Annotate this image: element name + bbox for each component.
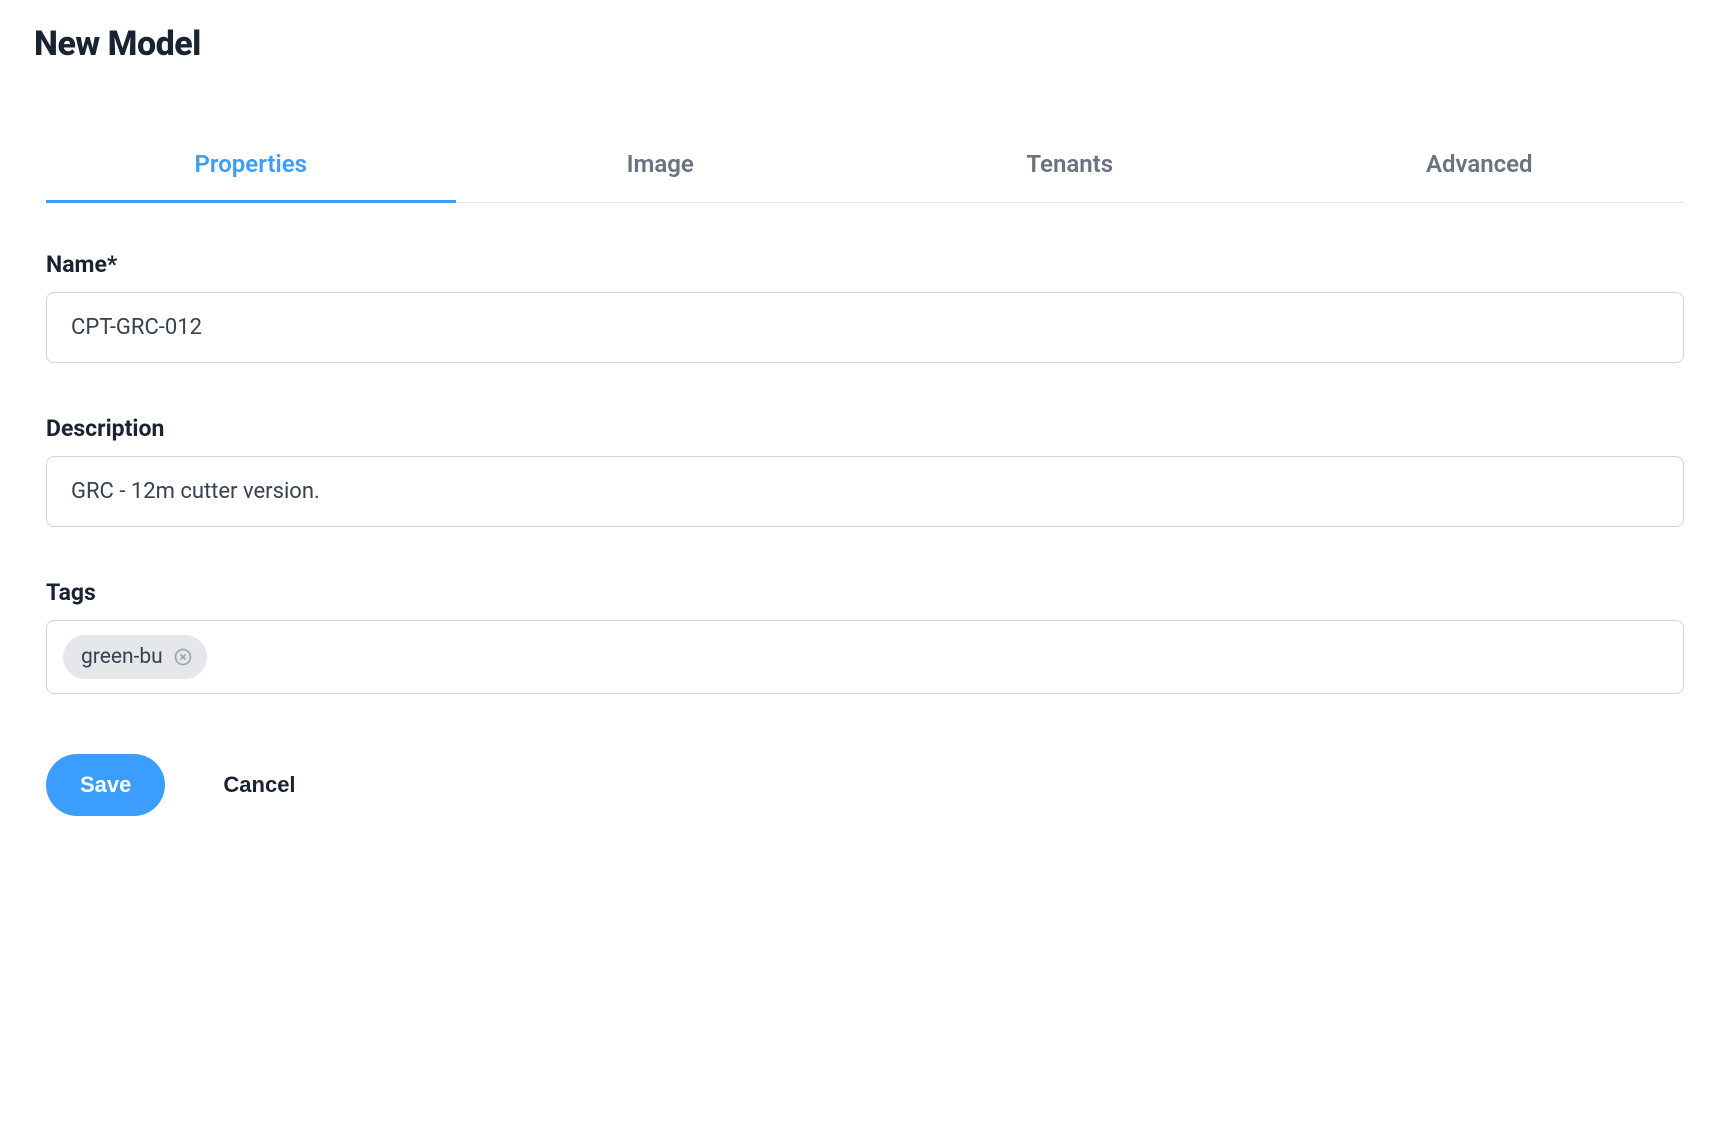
field-description: Description	[46, 415, 1684, 527]
description-input[interactable]	[46, 456, 1684, 527]
tabs-bar: Properties Image Tenants Advanced	[46, 134, 1684, 203]
name-label: Name*	[46, 251, 1684, 278]
form-section: Name* Description Tags green-bu	[46, 251, 1684, 694]
tag-chip: green-bu	[63, 635, 207, 679]
tab-properties[interactable]: Properties	[46, 134, 456, 203]
tag-text: green-bu	[81, 645, 163, 669]
name-input[interactable]	[46, 292, 1684, 363]
tab-tenants[interactable]: Tenants	[865, 134, 1275, 203]
description-label: Description	[46, 415, 1684, 442]
save-button[interactable]: Save	[46, 754, 165, 816]
tags-label: Tags	[46, 579, 1684, 606]
field-tags: Tags green-bu	[46, 579, 1684, 694]
tab-advanced[interactable]: Advanced	[1275, 134, 1685, 203]
tag-remove-icon[interactable]	[173, 647, 193, 667]
cancel-button[interactable]: Cancel	[223, 772, 295, 798]
form-actions: Save Cancel	[46, 754, 1684, 816]
tab-image[interactable]: Image	[456, 134, 866, 203]
tags-input[interactable]: green-bu	[46, 620, 1684, 694]
page-title: New Model	[34, 24, 1684, 64]
field-name: Name*	[46, 251, 1684, 363]
